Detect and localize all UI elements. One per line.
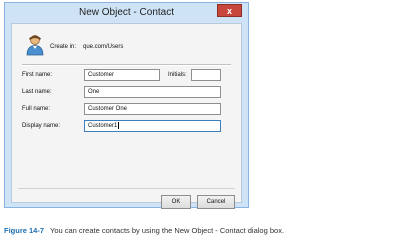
create-in-path: que.com/Users — [83, 44, 124, 50]
display-name-value: Customer1 — [88, 123, 118, 129]
first-name-field[interactable]: Customer — [84, 69, 160, 81]
display-name-field[interactable]: Customer1 — [84, 120, 221, 132]
close-button[interactable]: x — [217, 4, 242, 17]
ok-button[interactable]: OK — [161, 195, 191, 209]
initials-label: Initials: — [168, 72, 187, 78]
dialog-title: New Object - Contact — [78, 7, 175, 18]
first-name-value: Customer — [88, 72, 115, 78]
text-caret — [118, 121, 120, 129]
display-name-label: Display name: — [22, 123, 61, 129]
button-divider — [18, 188, 235, 189]
create-in-label: Create in: — [50, 44, 77, 50]
full-name-label: Full name: — [22, 106, 51, 112]
divider — [22, 64, 231, 66]
full-name-field[interactable]: Customer One — [84, 103, 221, 115]
initials-field[interactable] — [191, 69, 221, 81]
full-name-value: Customer One — [88, 106, 128, 112]
title-bar[interactable]: New Object - Contact x — [5, 3, 248, 23]
cancel-button[interactable]: Cancel — [197, 195, 235, 209]
last-name-field[interactable]: One — [84, 86, 221, 98]
contact-icon — [26, 35, 44, 56]
dialog-body: Create in: que.com/Users First name: Cus… — [11, 23, 242, 209]
close-icon: x — [226, 5, 232, 16]
caption-text: You can create contacts by using the New… — [50, 226, 285, 235]
last-name-label: Last name: — [22, 89, 52, 95]
new-contact-dialog: New Object - Contact x Create in: que.co… — [4, 2, 249, 209]
first-name-label: First name: — [22, 72, 53, 78]
last-name-value: One — [88, 89, 100, 95]
figure-caption: Figure 14-7 You can create contacts by us… — [4, 226, 410, 235]
figure-number: Figure 14-7 — [4, 226, 45, 235]
